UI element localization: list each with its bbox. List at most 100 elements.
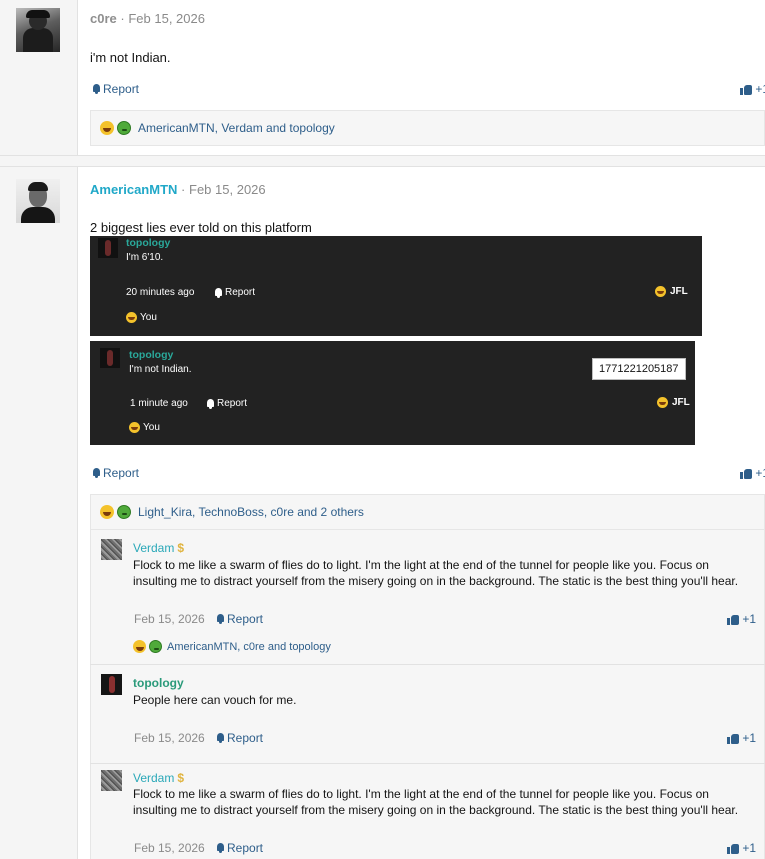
post1-meta: c0re · Feb 15, 2026: [90, 11, 205, 26]
reply-author[interactable]: Verdam $: [133, 771, 184, 785]
reply-report-button[interactable]: Report: [216, 841, 263, 855]
meta-separator: ·: [181, 182, 186, 197]
report-label: Report: [227, 841, 264, 855]
post-separator: [0, 155, 765, 167]
reply-date[interactable]: Feb 15, 2026: [134, 612, 205, 626]
post2-author[interactable]: AmericanMTN: [90, 182, 177, 197]
post1-text: i'm not Indian.: [90, 50, 171, 65]
avatar-c0re[interactable]: [16, 8, 60, 52]
bell-icon: [214, 287, 223, 298]
post1-actions: Report +1: [90, 82, 765, 100]
laughing-emoji-icon: [100, 121, 114, 135]
screenshot-avatar: [98, 238, 118, 258]
reply-avatar[interactable]: [101, 770, 122, 791]
dollar-badge-icon: $: [177, 541, 185, 555]
laughing-emoji-icon: [129, 422, 140, 433]
screenshot-avatar: [100, 348, 120, 368]
post2-reactions[interactable]: Light_Kira, TechnoBoss, c0re and 2 other…: [90, 494, 765, 530]
bell-icon: [206, 398, 215, 409]
thumbs-up-icon: [727, 614, 740, 625]
screenshot-author: topology: [126, 237, 171, 249]
sick-emoji-icon: [117, 121, 131, 135]
screenshot-reaction-label: JFL: [670, 286, 688, 297]
reply-text: Flock to me like a swarm of flies do to …: [133, 558, 739, 588]
screenshot-text: I'm 6'10.: [126, 252, 164, 263]
reply-report-button[interactable]: Report: [216, 731, 263, 745]
reply-reaction-names[interactable]: AmericanMTN, c0re and topology: [167, 641, 331, 653]
reply-reactions[interactable]: AmericanMTN, c0re and topology: [133, 640, 331, 653]
thumbs-up-icon: [740, 468, 753, 479]
reply-author-name[interactable]: Verdam: [133, 771, 174, 785]
thumbs-up-icon: [740, 84, 753, 95]
post1-reactions[interactable]: AmericanMTN, Verdam and topology: [90, 110, 765, 146]
embedded-screenshot-1: topology I'm 6'10. 20 minutes ago Report…: [90, 236, 702, 336]
report-label: Report: [227, 612, 264, 626]
post1-reaction-names[interactable]: AmericanMTN, Verdam and topology: [138, 121, 335, 135]
reply-like-button[interactable]: +1: [727, 731, 756, 745]
like-count: +1: [742, 731, 756, 745]
sick-emoji-icon: [117, 505, 131, 519]
timestamp-tooltip: 1771221205187: [592, 358, 686, 380]
thumbs-up-icon: [727, 843, 740, 854]
reply-text: People here can vouch for me.: [133, 693, 297, 707]
screenshot-report-label: Report: [217, 398, 248, 409]
screenshot-reactor: You: [126, 312, 157, 323]
post2-report-button[interactable]: Report: [92, 466, 139, 480]
sick-emoji-icon: [149, 640, 162, 653]
reply-verdam-2: Verdam $ Flock to me like a swarm of flie…: [90, 764, 765, 859]
like-count: +1: [755, 466, 765, 480]
post1-report-button[interactable]: Report: [92, 82, 139, 96]
screenshot-time: 20 minutes ago: [126, 287, 195, 298]
screenshot-reaction-label: JFL: [672, 397, 690, 408]
meta-separator: ·: [120, 11, 125, 26]
screenshot-reactor: You: [129, 422, 160, 433]
reply-author-name[interactable]: Verdam: [133, 541, 174, 555]
like-count: +1: [755, 82, 765, 96]
screenshot-author: topology: [129, 349, 174, 361]
reply-date[interactable]: Feb 15, 2026: [134, 731, 205, 745]
bell-icon: [92, 468, 101, 478]
screenshot-reactor-name: You: [140, 312, 157, 323]
post2-reaction-names[interactable]: Light_Kira, TechnoBoss, c0re and 2 other…: [138, 505, 364, 519]
reply-report-button[interactable]: Report: [216, 612, 263, 626]
avatar-americanmtn[interactable]: [16, 179, 60, 223]
like-count: +1: [742, 841, 756, 855]
post2-like-button[interactable]: +1: [740, 466, 765, 480]
reply-verdam-1: Verdam $ Flock to me like a swarm of flie…: [90, 530, 765, 664]
report-label: Report: [227, 731, 264, 745]
dollar-badge-icon: $: [177, 771, 185, 785]
bell-icon: [216, 843, 225, 853]
reply-like-button[interactable]: +1: [727, 612, 756, 626]
reply-topology: topology People here can vouch for me. F…: [90, 665, 765, 763]
screenshot-reaction: JFL: [657, 397, 690, 408]
laughing-emoji-icon: [126, 312, 137, 323]
post-gutter: [0, 0, 78, 859]
post2-date[interactable]: Feb 15, 2026: [189, 182, 266, 197]
laughing-emoji-icon: [100, 505, 114, 519]
reply-date[interactable]: Feb 15, 2026: [134, 841, 205, 855]
screenshot-report-label: Report: [225, 287, 256, 298]
post2-actions: Report +1: [90, 466, 765, 484]
post2-text: 2 biggest lies ever told on this platfor…: [90, 220, 312, 235]
reply-author[interactable]: Verdam $: [133, 541, 184, 555]
post1-like-button[interactable]: +1: [740, 82, 765, 96]
screenshot-report: Report: [206, 398, 247, 409]
post1-date[interactable]: Feb 15, 2026: [128, 11, 205, 26]
screenshot-text: I'm not Indian.: [129, 364, 192, 375]
reply-avatar[interactable]: [101, 674, 122, 695]
laughing-emoji-icon: [133, 640, 146, 653]
reply-author[interactable]: topology: [133, 676, 184, 690]
post2-meta: AmericanMTN · Feb 15, 2026: [90, 182, 266, 197]
laughing-emoji-icon: [657, 397, 668, 408]
thumbs-up-icon: [727, 733, 740, 744]
bell-icon: [92, 84, 101, 94]
post1-author[interactable]: c0re: [90, 11, 117, 26]
embedded-screenshot-2: topology I'm not Indian. 1771221205187 1…: [90, 341, 695, 445]
bell-icon: [216, 733, 225, 743]
reply-avatar[interactable]: [101, 539, 122, 560]
screenshot-time: 1 minute ago: [130, 398, 188, 409]
reply-like-button[interactable]: +1: [727, 841, 756, 855]
reply-text: Flock to me like a swarm of flies do to …: [133, 787, 739, 817]
like-count: +1: [742, 612, 756, 626]
report-label: Report: [103, 82, 140, 96]
